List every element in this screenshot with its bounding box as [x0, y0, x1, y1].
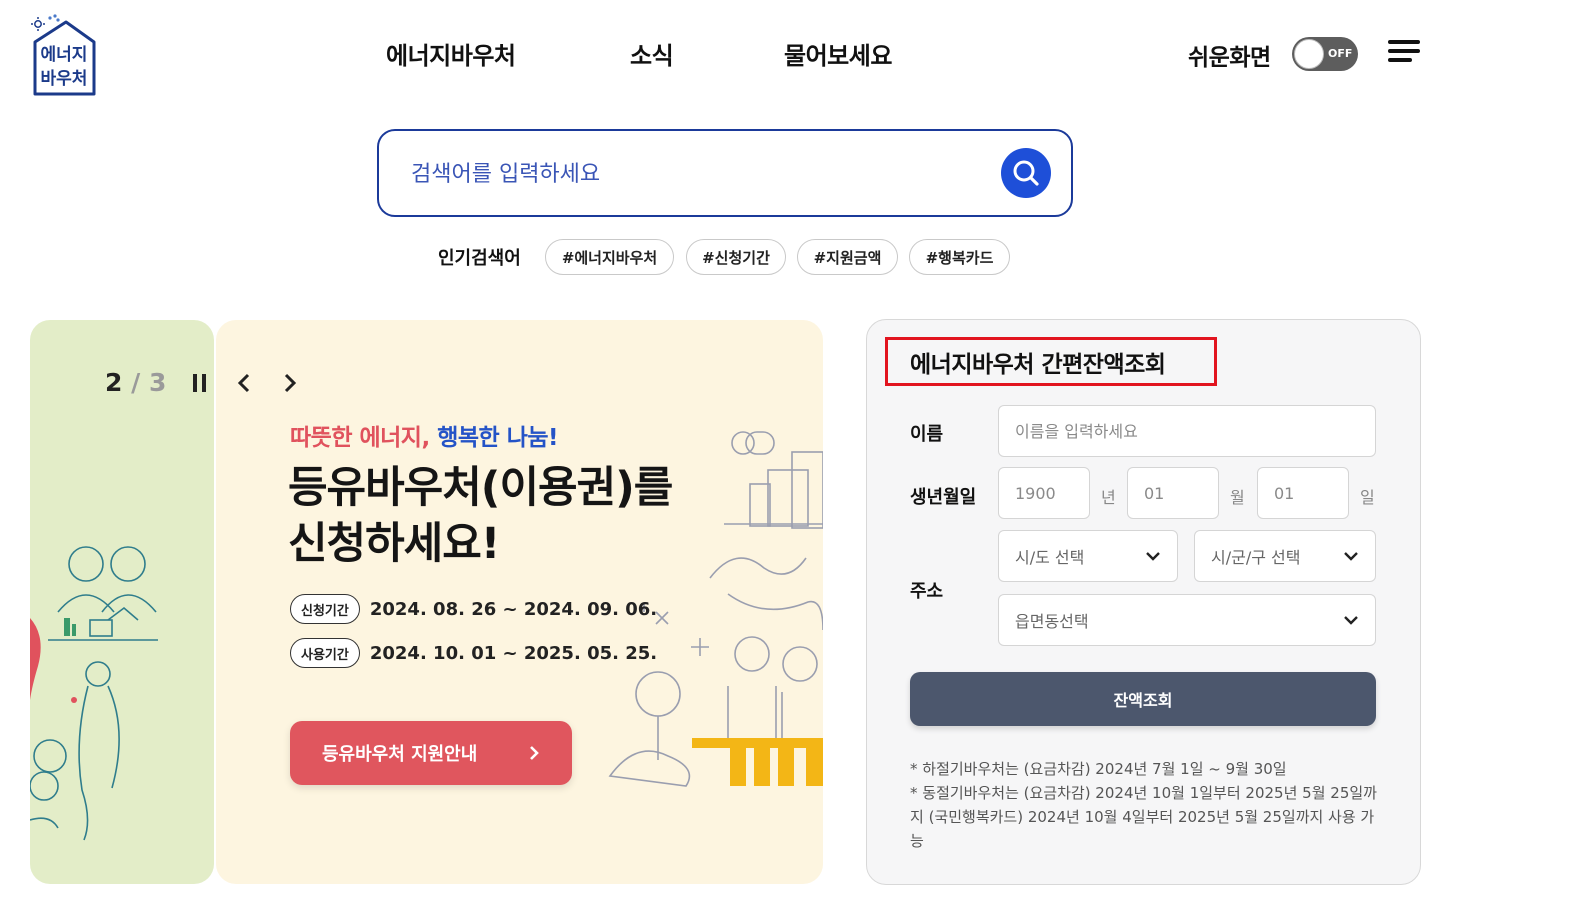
pause-icon	[193, 374, 206, 392]
nav-energy-voucher[interactable]: 에너지바우처	[386, 36, 516, 71]
name-label: 이름	[910, 424, 944, 445]
popular-tag[interactable]: #신청기간	[686, 239, 786, 275]
nav-faq[interactable]: 물어보세요	[784, 36, 892, 71]
chevron-down-icon	[1146, 552, 1160, 561]
chevron-right-icon	[284, 373, 297, 393]
name-input[interactable]	[1015, 421, 1375, 441]
day-unit: 일	[1360, 488, 1375, 507]
site-logo[interactable]: 에너지 바우처	[30, 14, 98, 96]
birth-year-input[interactable]	[1015, 483, 1089, 503]
popular-tag[interactable]: #에너지바우처	[545, 239, 674, 275]
sigungu-select[interactable]: 시/군/구 선택	[1194, 530, 1376, 582]
nav-news[interactable]: 소식	[630, 36, 674, 71]
family-illustration	[30, 546, 158, 841]
slide-current: 2	[105, 368, 123, 397]
chevron-down-icon	[1344, 616, 1358, 625]
chevron-down-icon	[1344, 552, 1358, 561]
birth-month-field[interactable]	[1127, 467, 1219, 519]
balance-card-title: 에너지바우처 간편잔액조회	[885, 337, 1217, 386]
period-badge: 신청기간	[290, 594, 360, 624]
search-icon	[1013, 160, 1039, 186]
pause-button[interactable]	[188, 368, 212, 398]
headline-line2: 신청하세요!	[288, 519, 500, 569]
chevron-left-icon	[237, 373, 250, 393]
hamburger-menu-icon[interactable]	[1388, 40, 1422, 66]
banner-slide-prev[interactable]	[30, 320, 214, 884]
period-text: 2024. 08. 26 ~ 2024. 09. 06.	[369, 598, 658, 620]
banner-headline: 등유바우처(이용권)를 신청하세요!	[288, 460, 673, 572]
note-winter: * 동절기바우처는 (요금차감) 2024년 10월 1일부터 2025년 5월…	[910, 784, 1377, 850]
usage-period: 사용기간 2024. 10. 01 ~ 2025. 05. 25.	[290, 638, 657, 668]
easy-mode-toggle[interactable]: OFF	[1292, 37, 1358, 71]
banner-tagline: 따뜻한 에너지, 행복한 나눔!	[290, 418, 559, 452]
note-summer: * 하절기바우처는 (요금차감) 2024년 7월 1일 ~ 9월 30일	[910, 760, 1287, 778]
chevron-right-icon	[530, 746, 539, 760]
period-badge: 사용기간	[290, 638, 360, 668]
popular-tag[interactable]: #행복카드	[909, 239, 1010, 275]
eupmyeondong-select[interactable]: 읍면동선택	[998, 594, 1376, 646]
period-text: 2024. 10. 01 ~ 2025. 05. 25.	[369, 642, 658, 664]
eupmyeondong-select-value: 읍면동선택	[1015, 612, 1089, 631]
easy-mode-label: 쉬운화면	[1188, 45, 1271, 71]
svg-text:에너지: 에너지	[41, 45, 88, 65]
sido-select[interactable]: 시/도 선택	[998, 530, 1178, 582]
slide-separator: /	[131, 368, 141, 397]
search-input[interactable]	[411, 155, 971, 193]
search-button[interactable]	[1001, 148, 1051, 198]
birth-month-input[interactable]	[1144, 483, 1218, 503]
svg-text:바우처: 바우처	[41, 69, 88, 89]
slide-counter: 2 / 3	[105, 368, 166, 397]
cta-label: 등유바우처 지원안내	[322, 744, 478, 765]
sido-select-value: 시/도 선택	[1015, 548, 1085, 567]
popular-tag[interactable]: #지원금액	[797, 239, 898, 275]
birth-year-field[interactable]	[998, 467, 1090, 519]
next-slide-button[interactable]	[278, 368, 302, 398]
birth-label: 생년월일	[910, 487, 977, 508]
headline-line1: 등유바우처(이용권)를	[288, 463, 673, 513]
popular-search-label: 인기검색어	[438, 248, 521, 269]
toggle-state: OFF	[1328, 47, 1353, 60]
tagline-red: 따뜻한 에너지,	[290, 425, 430, 451]
month-unit: 월	[1230, 488, 1245, 507]
balance-inquiry-button[interactable]: 잔액조회	[910, 672, 1376, 726]
search-bar	[377, 129, 1073, 217]
prev-slide-button[interactable]	[233, 368, 257, 398]
birth-day-input[interactable]	[1274, 483, 1348, 503]
address-label: 주소	[910, 581, 944, 602]
birth-day-field[interactable]	[1257, 467, 1349, 519]
kerosene-voucher-info-button[interactable]: 등유바우처 지원안내	[290, 721, 572, 785]
voucher-notes: * 하절기바우처는 (요금차감) 2024년 7월 1일 ~ 9월 30일 * …	[910, 757, 1380, 853]
sigungu-select-value: 시/군/구 선택	[1211, 548, 1301, 567]
name-field[interactable]	[998, 405, 1376, 457]
year-unit: 년	[1101, 488, 1116, 507]
tagline-blue: 행복한 나눔!	[437, 425, 559, 451]
application-period: 신청기간 2024. 08. 26 ~ 2024. 09. 06.	[290, 594, 657, 624]
toggle-knob	[1294, 39, 1324, 69]
slide-total: 3	[148, 368, 167, 397]
